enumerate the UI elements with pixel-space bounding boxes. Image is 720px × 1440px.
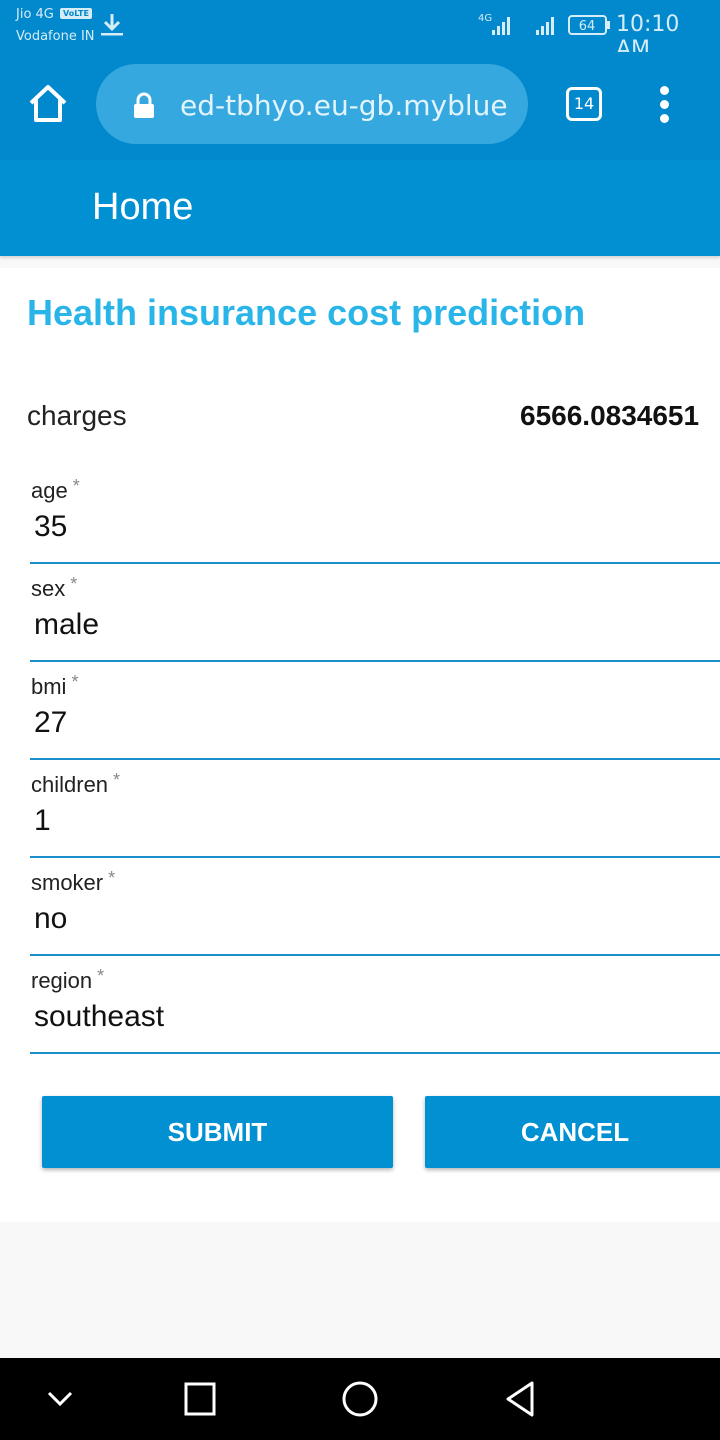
- carrier-2-label: Vodafone IN: [16, 29, 95, 44]
- chevron-down-icon[interactable]: [46, 1386, 74, 1410]
- status-bar: Jio 4G VoLTE Vodafone IN 4G 64 10:10 AM: [0, 0, 720, 62]
- tab-switcher-button[interactable]: 14: [566, 87, 602, 121]
- required-marker: *: [70, 574, 78, 594]
- age-input[interactable]: 35: [34, 510, 67, 544]
- home-nav-icon[interactable]: [341, 1380, 379, 1418]
- children-label: children: [31, 772, 109, 797]
- cancel-button[interactable]: CANCEL: [425, 1096, 720, 1168]
- url-text[interactable]: ed-tbhyo.eu-gb.mybluemix.net: [180, 89, 510, 122]
- header-title[interactable]: Home: [92, 186, 193, 229]
- submit-button[interactable]: SUBMIT: [42, 1096, 393, 1168]
- field-label: bmi *: [31, 672, 78, 700]
- charges-label: charges: [27, 400, 127, 431]
- sex-label: sex: [31, 576, 66, 601]
- system-nav-bar: [0, 1358, 720, 1440]
- network-type-label: 4G: [478, 13, 492, 24]
- bmi-input[interactable]: 27: [34, 706, 67, 740]
- field-label: sex *: [31, 574, 77, 602]
- download-icon: [101, 14, 123, 36]
- smoker-label: smoker: [31, 870, 104, 895]
- age-label: age: [31, 478, 68, 503]
- battery-icon: 64: [568, 15, 610, 35]
- field-label: age *: [31, 476, 80, 504]
- signal-4g-icon: 4G: [478, 13, 510, 35]
- lock-icon: [134, 92, 154, 118]
- smoker-input[interactable]: no: [34, 902, 67, 936]
- browser-toolbar: ed-tbhyo.eu-gb.mybluemix.net 14: [0, 52, 720, 160]
- region-label: region: [31, 968, 93, 993]
- region-input[interactable]: southeast: [34, 1000, 164, 1034]
- field-label: region *: [31, 966, 104, 994]
- back-icon[interactable]: [504, 1380, 536, 1418]
- required-marker: *: [97, 966, 105, 986]
- carrier-1: Jio 4G VoLTE: [16, 7, 92, 22]
- region-field[interactable]: region * southeast: [30, 966, 720, 1054]
- signal-icon: [536, 17, 554, 35]
- field-label: smoker *: [31, 868, 115, 896]
- bmi-field[interactable]: bmi * 27: [30, 672, 720, 760]
- required-marker: *: [71, 672, 79, 692]
- volte-badge: VoLTE: [60, 8, 92, 19]
- field-label: children *: [31, 770, 120, 798]
- sex-field[interactable]: sex * male: [30, 574, 720, 662]
- app-header: Home: [0, 160, 720, 256]
- children-field[interactable]: children * 1: [30, 770, 720, 858]
- charges-value: 6566.0834651: [520, 400, 700, 431]
- smoker-field[interactable]: smoker * no: [30, 868, 720, 956]
- form-panel: Health insurance cost prediction charges…: [0, 268, 720, 1222]
- bmi-label: bmi: [31, 674, 67, 699]
- home-icon[interactable]: [26, 82, 70, 126]
- children-input[interactable]: 1: [34, 804, 51, 838]
- battery-level: 64: [579, 19, 596, 34]
- required-marker: *: [72, 476, 80, 496]
- sex-input[interactable]: male: [34, 608, 99, 642]
- age-field[interactable]: age * 35: [30, 476, 720, 564]
- required-marker: *: [108, 868, 116, 888]
- page-title: Health insurance cost prediction: [27, 292, 586, 333]
- recents-icon[interactable]: [184, 1382, 216, 1416]
- carrier-1-label: Jio 4G: [16, 7, 54, 22]
- more-menu-icon[interactable]: [652, 86, 676, 126]
- required-marker: *: [113, 770, 121, 790]
